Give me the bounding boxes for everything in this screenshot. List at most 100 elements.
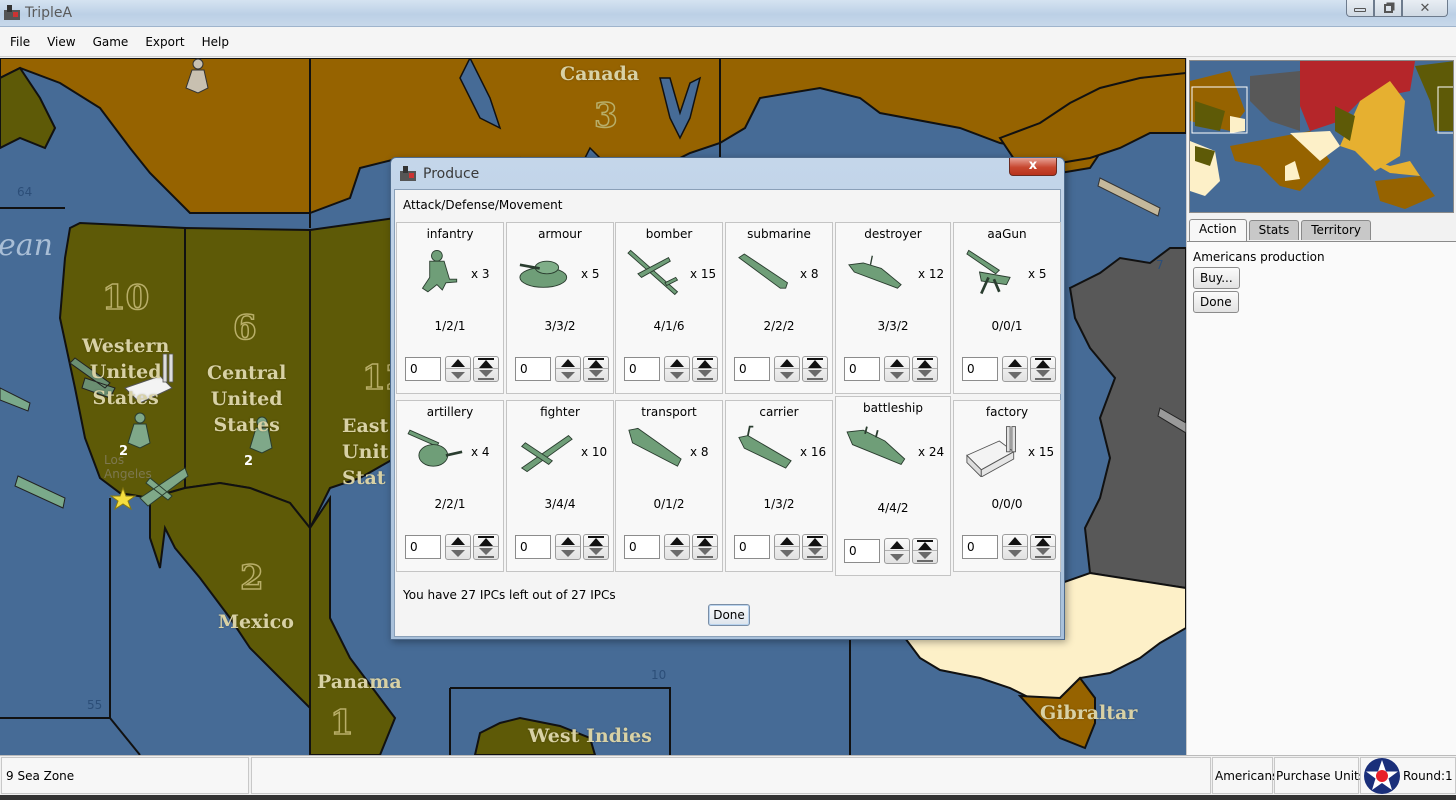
min-button[interactable] <box>803 369 827 381</box>
menu-export[interactable]: Export <box>145 33 184 51</box>
tab-territory[interactable]: Territory <box>1301 220 1371 240</box>
tab-stats[interactable]: Stats <box>1248 220 1300 240</box>
max-spinner[interactable] <box>692 534 718 560</box>
increase-button[interactable] <box>446 357 470 369</box>
decrease-button[interactable] <box>1003 369 1027 381</box>
quantity-input[interactable] <box>515 535 551 559</box>
max-button[interactable] <box>474 357 498 369</box>
increase-button[interactable] <box>885 357 909 369</box>
dialog-close-button[interactable]: x <box>1009 158 1057 176</box>
max-button[interactable] <box>693 357 717 369</box>
increment-spinner[interactable] <box>774 534 800 560</box>
min-button[interactable] <box>913 369 937 381</box>
increment-spinner[interactable] <box>664 534 690 560</box>
max-spinner[interactable] <box>1030 356 1056 382</box>
quantity-input[interactable] <box>734 535 770 559</box>
close-button[interactable]: ✕ <box>1402 0 1448 17</box>
minimize-button[interactable] <box>1346 0 1374 17</box>
minimap[interactable] <box>1189 60 1454 213</box>
increment-spinner[interactable] <box>555 356 581 382</box>
increase-button[interactable] <box>446 535 470 547</box>
max-spinner[interactable] <box>583 356 609 382</box>
done-button[interactable]: Done <box>1193 291 1239 313</box>
increment-spinner[interactable] <box>664 356 690 382</box>
min-button[interactable] <box>693 547 717 559</box>
increase-button[interactable] <box>556 357 580 369</box>
buy-button[interactable]: Buy... <box>1193 267 1240 289</box>
quantity-input[interactable] <box>624 535 660 559</box>
increment-spinner[interactable] <box>884 538 910 564</box>
max-button[interactable] <box>1031 357 1055 369</box>
transport-unit[interactable] <box>14 475 66 509</box>
territory-alaska[interactable] <box>0 66 57 150</box>
max-spinner[interactable] <box>912 356 938 382</box>
max-button[interactable] <box>1031 535 1055 547</box>
decrease-button[interactable] <box>446 369 470 381</box>
max-button[interactable] <box>693 535 717 547</box>
decrease-button[interactable] <box>775 547 799 559</box>
transport-unit[interactable] <box>0 387 31 412</box>
decrease-button[interactable] <box>1003 547 1027 559</box>
max-spinner[interactable] <box>802 356 828 382</box>
max-spinner[interactable] <box>802 534 828 560</box>
min-button[interactable] <box>1031 547 1055 559</box>
decrease-button[interactable] <box>556 547 580 559</box>
min-button[interactable] <box>693 369 717 381</box>
quantity-input[interactable] <box>844 357 880 381</box>
max-button[interactable] <box>913 539 937 551</box>
max-spinner[interactable] <box>912 538 938 564</box>
max-spinner[interactable] <box>692 356 718 382</box>
min-button[interactable] <box>584 369 608 381</box>
increase-button[interactable] <box>1003 357 1027 369</box>
dialog-done-button[interactable]: Done <box>708 604 750 626</box>
increment-spinner[interactable] <box>445 356 471 382</box>
decrease-button[interactable] <box>556 369 580 381</box>
increase-button[interactable] <box>775 535 799 547</box>
increment-spinner[interactable] <box>1002 356 1028 382</box>
menu-view[interactable]: View <box>47 33 75 51</box>
increment-spinner[interactable] <box>445 534 471 560</box>
increase-button[interactable] <box>556 535 580 547</box>
max-button[interactable] <box>913 357 937 369</box>
tab-action[interactable]: Action <box>1189 219 1247 241</box>
menu-file[interactable]: File <box>10 33 30 51</box>
quantity-input[interactable] <box>405 357 441 381</box>
increase-button[interactable] <box>885 539 909 551</box>
max-button[interactable] <box>803 357 827 369</box>
increment-spinner[interactable] <box>774 356 800 382</box>
decrease-button[interactable] <box>665 369 689 381</box>
menu-help[interactable]: Help <box>202 33 229 51</box>
quantity-input[interactable] <box>405 535 441 559</box>
quantity-input[interactable] <box>844 539 880 563</box>
max-button[interactable] <box>584 357 608 369</box>
increase-button[interactable] <box>665 535 689 547</box>
increment-spinner[interactable] <box>1002 534 1028 560</box>
quantity-input[interactable] <box>962 535 998 559</box>
decrease-button[interactable] <box>775 369 799 381</box>
decrease-button[interactable] <box>885 551 909 563</box>
decrease-button[interactable] <box>885 369 909 381</box>
battleship-unit[interactable] <box>1097 177 1161 217</box>
max-spinner[interactable] <box>1030 534 1056 560</box>
quantity-input[interactable] <box>515 357 551 381</box>
max-button[interactable] <box>584 535 608 547</box>
max-spinner[interactable] <box>583 534 609 560</box>
restore-button[interactable] <box>1374 0 1402 17</box>
increment-spinner[interactable] <box>555 534 581 560</box>
increase-button[interactable] <box>665 357 689 369</box>
min-button[interactable] <box>1031 369 1055 381</box>
decrease-button[interactable] <box>665 547 689 559</box>
territory-mexico[interactable] <box>149 481 311 711</box>
max-button[interactable] <box>474 535 498 547</box>
increase-button[interactable] <box>1003 535 1027 547</box>
quantity-input[interactable] <box>962 357 998 381</box>
increase-button[interactable] <box>775 357 799 369</box>
min-button[interactable] <box>474 547 498 559</box>
increment-spinner[interactable] <box>884 356 910 382</box>
max-spinner[interactable] <box>473 356 499 382</box>
max-button[interactable] <box>803 535 827 547</box>
min-button[interactable] <box>474 369 498 381</box>
decrease-button[interactable] <box>446 547 470 559</box>
menu-game[interactable]: Game <box>93 33 129 51</box>
max-spinner[interactable] <box>473 534 499 560</box>
